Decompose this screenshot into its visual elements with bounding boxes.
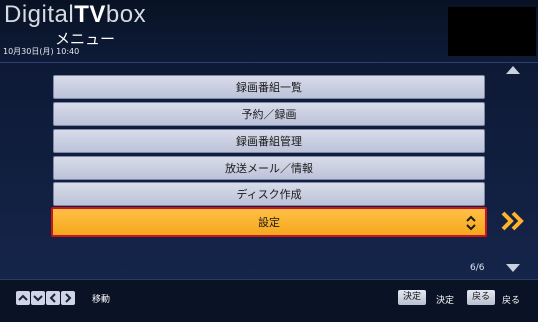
menu-item-recorded-manage[interactable]: 録画番組管理 — [53, 129, 485, 153]
menu-item-recorded-list[interactable]: 録画番組一覧 — [53, 75, 485, 99]
menu-item-settings[interactable]: 設定 — [51, 207, 487, 237]
scroll-up-icon[interactable] — [506, 66, 520, 74]
double-chevron-right-icon[interactable] — [499, 208, 527, 234]
logo-tv: TV — [74, 1, 106, 28]
logo-digital: Digital — [4, 1, 75, 28]
updown-icon — [466, 215, 476, 231]
scroll-down-icon[interactable] — [506, 264, 520, 272]
header: DigitalTVbox メニュー 10月30日(月) 10:40 — [0, 0, 538, 63]
footer: 移動 決定 決定 戻る 戻る — [0, 279, 538, 322]
nav-keys — [16, 291, 76, 305]
menu-item-settings-label: 設定 — [258, 216, 280, 229]
menu-item-reservation[interactable]: 予約／録画 — [53, 102, 485, 126]
back-label: 戻る — [502, 296, 521, 306]
left-arrow-icon — [46, 291, 60, 305]
datetime: 10月30日(月) 10:40 — [3, 47, 80, 56]
down-arrow-icon — [31, 291, 45, 305]
ok-label: 決定 — [436, 296, 455, 306]
back-key[interactable]: 戻る — [467, 290, 496, 305]
up-arrow-icon — [16, 291, 30, 305]
logo-box: box — [105, 1, 147, 28]
logo: DigitalTVbox — [4, 2, 146, 28]
tv-preview-window — [448, 7, 536, 56]
ok-key[interactable]: 決定 — [398, 290, 427, 305]
menu-item-broadcast-mail[interactable]: 放送メール／情報 — [53, 156, 485, 180]
right-arrow-icon — [61, 291, 75, 305]
page-indicator: 6/6 — [470, 263, 485, 273]
menu-item-disc-create[interactable]: ディスク作成 — [53, 182, 485, 206]
nav-label: 移動 — [92, 295, 111, 305]
